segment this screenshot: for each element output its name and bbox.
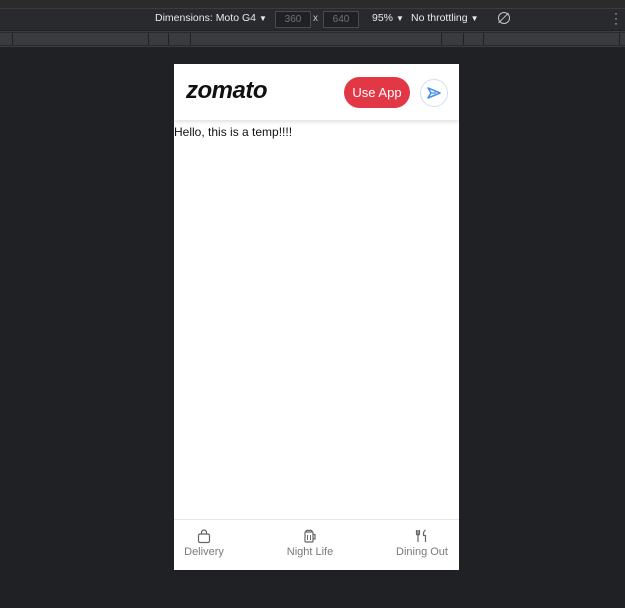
devtools-top-strip (0, 0, 625, 9)
nav-label-dining-out: Dining Out (396, 546, 448, 558)
shopping-bag-icon (197, 529, 211, 544)
ruler-segment[interactable] (464, 33, 484, 45)
beer-mug-icon (304, 529, 316, 543)
width-input[interactable]: 360 (275, 11, 311, 28)
use-app-button[interactable]: Use App (344, 77, 410, 108)
dropdown-caret-icon: ▼ (258, 14, 267, 23)
zoom-label: 95% (372, 12, 394, 24)
ruler-segment[interactable] (442, 33, 464, 45)
device-toolbar: Dimensions: Moto G4 ▼ 360 x 640 95% ▼ No t… (0, 7, 625, 30)
throttling-label: No throttling (411, 12, 468, 24)
app-header: zomato Use App (174, 64, 459, 120)
ruler-segment[interactable] (13, 33, 149, 45)
media-query-ruler (0, 31, 625, 47)
dropdown-caret-icon: ▼ (396, 14, 404, 23)
ruler-segment[interactable] (484, 33, 620, 45)
content-text: Hello, this is a temp!!!! (174, 125, 293, 139)
nav-item-delivery[interactable]: Delivery (184, 528, 224, 558)
ruler-segment[interactable] (149, 33, 169, 45)
dimensions-label: Dimensions: Moto G4 (155, 12, 256, 24)
device-viewport: zomato Use App Hello, this is a temp!!!!… (174, 64, 459, 570)
more-options-icon[interactable]: · · · (614, 7, 618, 29)
bottom-navigation: Delivery Night Life Dining Out (174, 519, 459, 570)
nav-label-delivery: Delivery (184, 546, 224, 558)
nav-label-night-life: Night Life (286, 546, 334, 558)
dimensions-select[interactable]: Dimensions: Moto G4 ▼ (155, 12, 267, 24)
rotate-icon[interactable] (498, 12, 510, 24)
height-input[interactable]: 640 (323, 11, 359, 28)
ruler-segment[interactable] (191, 33, 442, 45)
nav-item-dining-out[interactable]: Dining Out (394, 528, 450, 558)
ruler-segment[interactable] (0, 33, 13, 45)
nav-item-night-life[interactable]: Night Life (285, 528, 335, 558)
ruler-segment[interactable] (620, 33, 625, 45)
zoom-select[interactable]: 95% ▼ (372, 12, 404, 24)
throttling-select[interactable]: No throttling ▼ (411, 12, 479, 24)
ruler-segment[interactable] (169, 33, 191, 45)
location-button[interactable] (420, 79, 448, 107)
times-symbol: x (313, 13, 318, 24)
dining-icon (415, 529, 427, 542)
zomato-logo[interactable]: zomato (186, 77, 268, 105)
navigation-arrow-icon (427, 87, 441, 99)
dropdown-caret-icon: ▼ (470, 14, 479, 23)
